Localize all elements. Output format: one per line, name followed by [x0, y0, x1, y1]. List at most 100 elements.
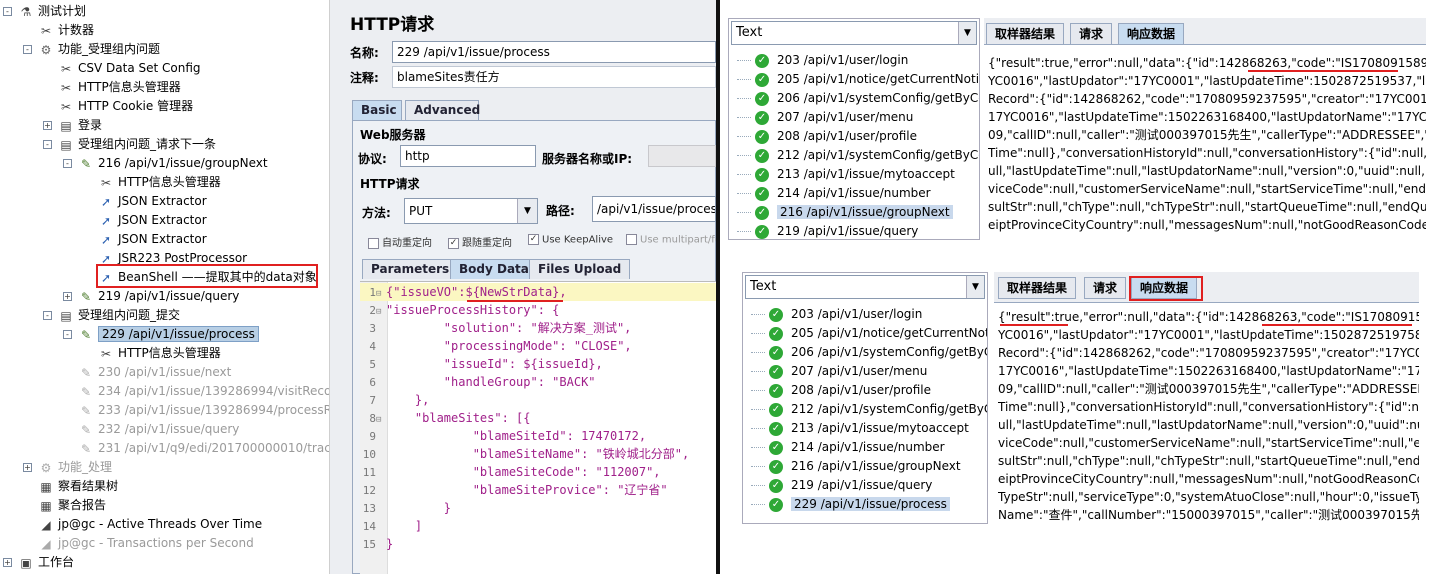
tree-item[interactable]: ✎ 231 /api/v1/q9/edi/201700000010/trace — [78, 439, 329, 458]
code-line[interactable]: 10 "blameSiteName": "铁岭城北分部", — [360, 445, 716, 463]
code-line[interactable]: 13 } — [360, 499, 716, 517]
tree-item[interactable]: ◢ jp@gc - Transactions per Second — [38, 534, 253, 553]
chevron-down-icon[interactable]: ▼ — [517, 199, 537, 223]
tab-request[interactable]: 请求 — [1084, 277, 1127, 299]
code-line[interactable]: 14 ] — [360, 517, 716, 535]
result-item[interactable]: ✓ 212 /api/v1/systemConfig/getByCod — [751, 400, 987, 419]
tree-item[interactable]: ✂ HTTP Cookie 管理器 — [58, 97, 193, 116]
results-list-bottom[interactable]: Text ▼ ✓ 203 /api/v1/user/login ✓ 205 /api/v… — [742, 272, 988, 524]
result-item[interactable]: ✓ 213 /api/v1/issue/mytoaccept — [751, 419, 969, 438]
code-line[interactable]: 15} — [360, 535, 716, 553]
expand-icon[interactable]: + — [23, 463, 32, 472]
result-item[interactable]: ✓ 214 /api/v1/issue/number — [751, 438, 945, 457]
result-item[interactable]: ✓ 229 /api/v1/issue/process — [751, 495, 950, 514]
name-field[interactable]: 229 /api/v1/issue/process — [392, 41, 716, 63]
renderer-select-bottom[interactable]: Text ▼ — [745, 275, 985, 299]
result-item[interactable]: ✓ 206 /api/v1/systemConfig/getByCod — [751, 343, 987, 362]
tree-item[interactable]: + ▣ 工作台 — [3, 553, 74, 572]
code-line[interactable]: 2⊟ "issueProcessHistory": { — [360, 301, 716, 319]
tree-item[interactable]: ✂ HTTP信息头管理器 — [58, 78, 181, 97]
tree-item[interactable]: - ✎ 216 /api/v1/issue/groupNext — [63, 154, 268, 173]
tree-item[interactable]: ➚ JSON Extractor — [98, 192, 207, 211]
collapse-icon[interactable]: - — [43, 311, 52, 320]
response-text-top[interactable]: {"result":true,"error":null,"data":{"id"… — [984, 44, 1426, 240]
checkbox-keepalive[interactable]: ✓ Use KeepAlive — [528, 234, 613, 246]
result-item[interactable]: ✓ 219 /api/v1/issue/query — [737, 222, 918, 239]
collapse-icon[interactable]: - — [43, 140, 52, 149]
tab-sampler-result[interactable]: 取样器结果 — [986, 23, 1065, 45]
server-field-blurred[interactable] — [648, 145, 716, 167]
method-select[interactable]: PUT ▼ — [404, 198, 538, 224]
checkbox-multipart[interactable]: Use multipart/fo — [626, 234, 716, 246]
renderer-select-top[interactable]: Text ▼ — [731, 21, 977, 45]
collapse-icon[interactable]: - — [63, 330, 72, 339]
response-text-bottom[interactable]: {"result":true,"error":null,"data":{"id"… — [994, 302, 1419, 524]
code-line[interactable]: 7 }, — [360, 391, 716, 409]
tree-item[interactable]: ✂ 计数器 — [38, 21, 94, 40]
tab-parameters[interactable]: Parameters — [362, 259, 459, 279]
tree-item[interactable]: ✎ 233 /api/v1/issue/139286994/processReco… — [78, 401, 329, 420]
result-item[interactable]: ✓ 205 /api/v1/notice/getCurrentNoticeL — [751, 324, 987, 343]
tree-item[interactable]: ➚ JSON Extractor — [98, 230, 207, 249]
chevron-down-icon[interactable]: ▼ — [958, 22, 976, 44]
result-item[interactable]: ✓ 206 /api/v1/systemConfig/getByCod — [737, 89, 979, 108]
result-item[interactable]: ✓ 203 /api/v1/user/login — [751, 305, 922, 324]
tree-item[interactable]: ➚ JSON Extractor — [98, 211, 207, 230]
body-data-editor[interactable]: 1⊟ {"issueVO":${NewStrData}, 2⊟ "issueProce… — [360, 281, 716, 574]
code-line[interactable]: 1⊟ {"issueVO":${NewStrData}, — [360, 283, 716, 301]
tree-item[interactable]: + ▤ 登录 — [43, 116, 102, 135]
tree-item[interactable]: - ✎ 229 /api/v1/issue/process — [63, 325, 259, 344]
results-list-top[interactable]: Text ▼ ✓ 203 /api/v1/user/login ✓ 205 /api/v… — [728, 18, 980, 240]
code-line[interactable]: 12 "blameSiteProvice": "辽宁省" — [360, 481, 716, 499]
tab-advanced[interactable]: Advanced — [405, 100, 480, 120]
tree-item[interactable]: ✂ HTTP信息头管理器 — [98, 344, 221, 363]
comment-field[interactable]: blameSites责任方 — [392, 66, 716, 88]
result-item[interactable]: ✓ 208 /api/v1/user/profile — [737, 127, 917, 146]
tab-body-data[interactable]: Body Data — [450, 259, 538, 279]
result-item[interactable]: ✓ 203 /api/v1/user/login — [737, 51, 908, 70]
tree-item[interactable]: - ▤ 受理组内问题_提交 — [43, 306, 180, 325]
tab-sampler-result[interactable]: 取样器结果 — [998, 277, 1077, 299]
collapse-icon[interactable]: - — [23, 45, 32, 54]
tree-item[interactable]: ✎ 230 /api/v1/issue/next — [78, 363, 231, 382]
checkbox-auto-redirect[interactable]: 自动重定向 — [368, 234, 432, 249]
tab-basic[interactable]: Basic — [352, 100, 402, 120]
tree-item[interactable]: ◢ jp@gc - Active Threads Over Time — [38, 515, 262, 534]
tree-item[interactable]: ✎ 234 /api/v1/issue/139286994/visitRecord… — [78, 382, 329, 401]
collapse-icon[interactable]: - — [3, 7, 12, 16]
tree-item[interactable]: ✂ HTTP信息头管理器 — [98, 173, 221, 192]
tree-item[interactable]: - ⚗ 测试计划 — [3, 2, 86, 21]
collapse-icon[interactable]: - — [63, 159, 72, 168]
result-item[interactable]: ✓ 205 /api/v1/notice/getCurrentNoticeL — [737, 70, 979, 89]
tree-item[interactable]: ▦ 察看结果树 — [38, 477, 118, 496]
result-item[interactable]: ✓ 216 /api/v1/issue/groupNext — [751, 457, 961, 476]
expand-icon[interactable]: + — [43, 121, 52, 130]
protocol-field[interactable]: http — [400, 145, 536, 167]
tree-item[interactable]: + ✎ 219 /api/v1/issue/query — [63, 287, 239, 306]
result-item[interactable]: ✓ 208 /api/v1/user/profile — [751, 381, 931, 400]
result-item[interactable]: ✓ 214 /api/v1/issue/number — [737, 184, 931, 203]
checkbox-follow-redirect[interactable]: ✓ 跟随重定向 — [448, 234, 512, 249]
result-item[interactable]: ✓ 207 /api/v1/user/menu — [737, 108, 913, 127]
result-item[interactable]: ✓ 213 /api/v1/issue/mytoaccept — [737, 165, 955, 184]
code-line[interactable]: 4 "processingMode": "CLOSE", — [360, 337, 716, 355]
code-line[interactable]: 6 "handleGroup": "BACK" — [360, 373, 716, 391]
expand-icon[interactable]: + — [63, 292, 72, 301]
result-item[interactable]: ✓ 216 /api/v1/issue/groupNext — [737, 203, 953, 222]
code-line[interactable]: 9 "blameSiteId": 17470172, — [360, 427, 716, 445]
tree-item[interactable]: ✂ CSV Data Set Config — [58, 59, 201, 78]
result-item[interactable]: ✓ 207 /api/v1/user/menu — [751, 362, 927, 381]
tree-item[interactable]: - ⚙ 功能_受理组内问题 — [23, 40, 160, 59]
path-field[interactable]: /api/v1/issue/process — [592, 196, 716, 222]
tab-request[interactable]: 请求 — [1070, 23, 1113, 45]
tab-response-data[interactable]: 响应数据 — [1118, 23, 1185, 45]
result-item[interactable]: ✓ 212 /api/v1/systemConfig/getByCod — [737, 146, 979, 165]
code-line[interactable]: 8⊟ "blameSites": [{ — [360, 409, 716, 427]
tree-item[interactable]: ▦ 聚合报告 — [38, 496, 106, 515]
code-line[interactable]: 5 "issueId": ${issueId}, — [360, 355, 716, 373]
tab-files-upload[interactable]: Files Upload — [529, 259, 631, 279]
expand-icon[interactable]: + — [3, 558, 12, 567]
tree-item[interactable]: + ⚙ 功能_处理 — [23, 458, 112, 477]
code-line[interactable]: 11 "blameSiteCode": "112007", — [360, 463, 716, 481]
code-line[interactable]: 3 "solution": "解决方案_测试", — [360, 319, 716, 337]
